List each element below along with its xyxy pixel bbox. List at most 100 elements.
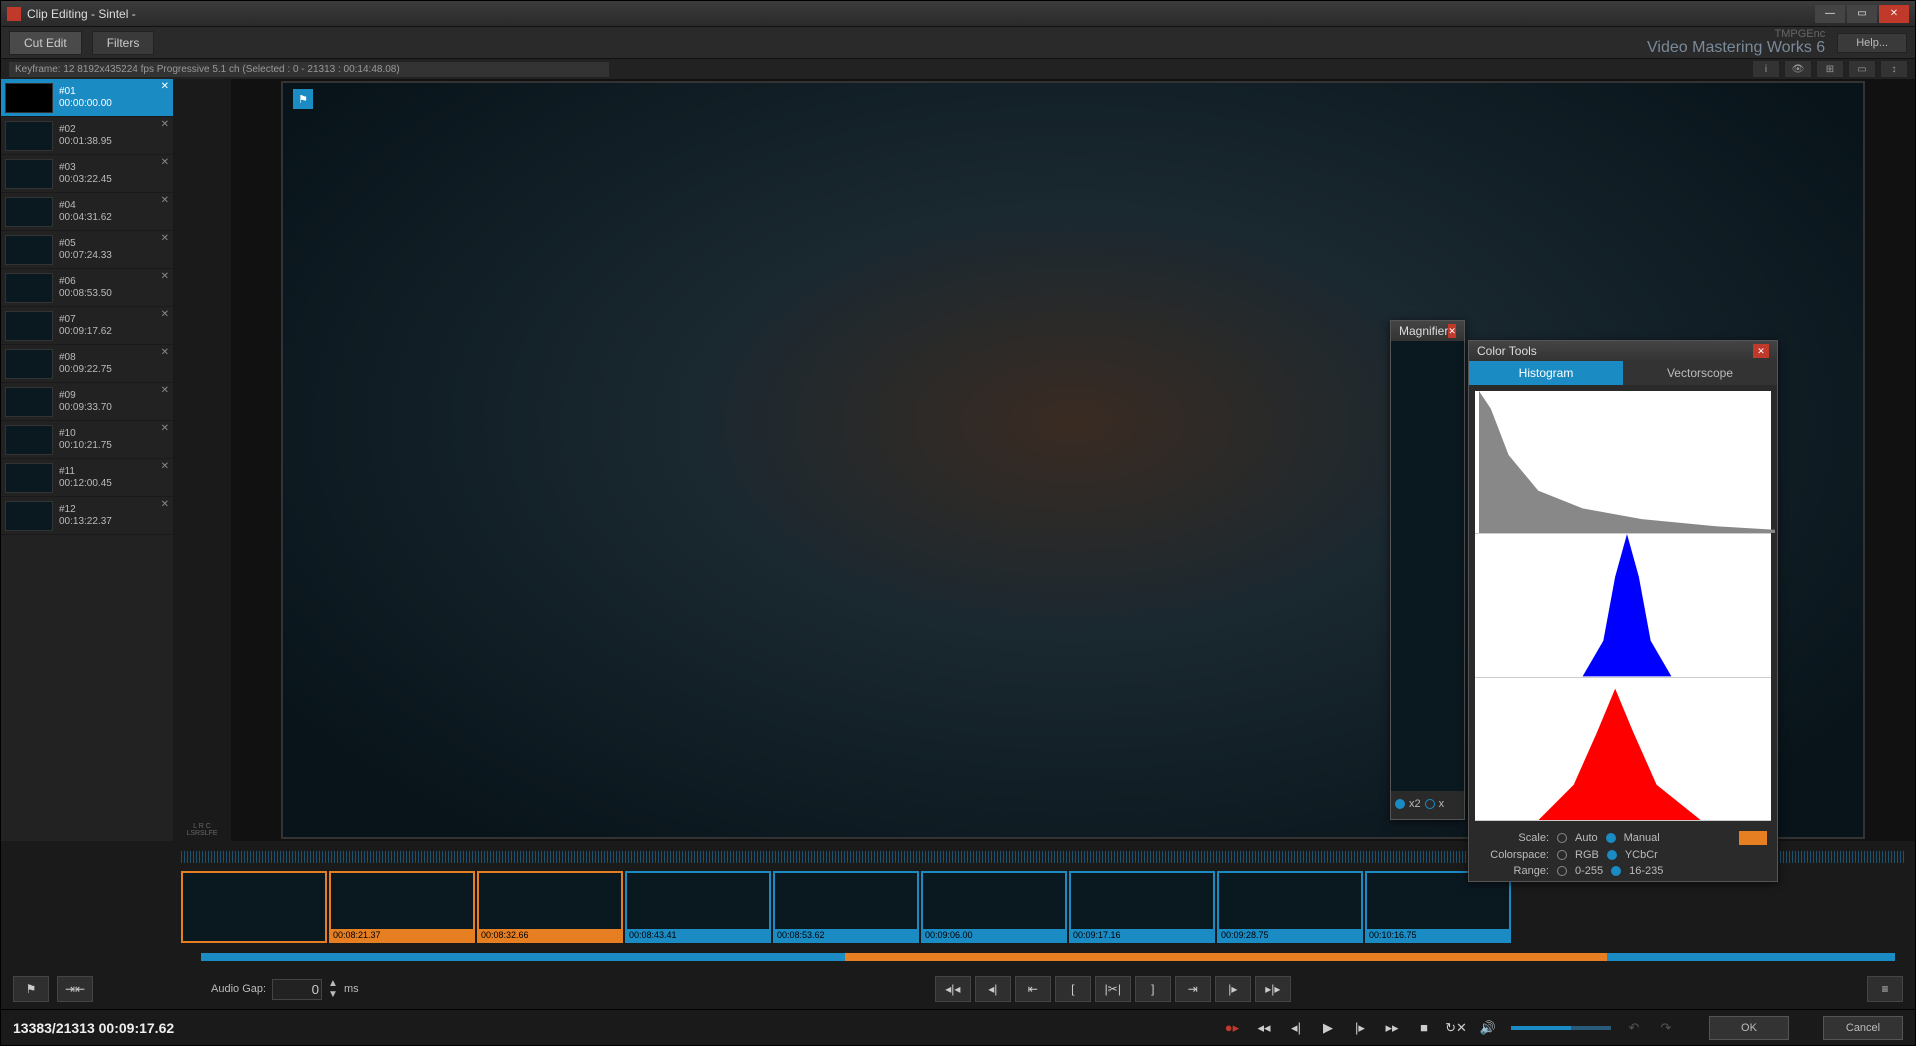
close-icon[interactable]: ✕ (1753, 344, 1769, 358)
volume-icon[interactable]: 🔊 (1479, 1019, 1497, 1037)
goto-start-button[interactable]: ◂|◂ (935, 976, 971, 1002)
mark-out-button[interactable]: ] (1135, 976, 1171, 1002)
clip-item[interactable]: #11 00:12:00.45 ✕ (1, 459, 173, 497)
range-16-235-radio[interactable] (1611, 866, 1621, 876)
stop-button[interactable]: ■ (1415, 1019, 1433, 1037)
cut-edit-tab[interactable]: Cut Edit (9, 31, 82, 55)
vectorscope-tab[interactable]: Vectorscope (1623, 361, 1777, 385)
marker-flag-icon[interactable]: ⚑ (293, 89, 313, 109)
clip-close-icon[interactable]: ✕ (161, 119, 169, 130)
timeline-thumb[interactable]: 00:09:28.75 (1217, 871, 1363, 943)
info-icon[interactable]: i (1753, 61, 1779, 77)
cancel-button[interactable]: Cancel (1823, 1016, 1903, 1040)
eye-icon[interactable]: 👁 (1785, 61, 1811, 77)
prev-button[interactable]: ◂| (1287, 1019, 1305, 1037)
magnifier-zoom-out-radio[interactable] (1425, 799, 1435, 809)
next-button[interactable]: |▸ (1351, 1019, 1369, 1037)
split-button[interactable]: ⇥⇤ (57, 976, 93, 1002)
magnifier-zoom-in-radio[interactable] (1395, 799, 1405, 809)
clip-close-icon[interactable]: ✕ (161, 347, 169, 358)
goto-end-button[interactable]: ▸|▸ (1255, 976, 1291, 1002)
clip-number: #09 (59, 390, 112, 402)
clip-close-icon[interactable]: ✕ (161, 423, 169, 434)
colorspace-rgb-radio[interactable] (1557, 850, 1567, 860)
range-0-255-radio[interactable] (1557, 866, 1567, 876)
colorspace-ycbcr-radio[interactable] (1607, 850, 1617, 860)
clip-close-icon[interactable]: ✕ (161, 195, 169, 206)
magnifier-panel[interactable]: Magnifier✕ x2 x (1390, 320, 1465, 820)
clip-timecode: 00:13:22.37 (59, 516, 112, 528)
minimize-button[interactable]: — (1815, 5, 1845, 23)
timeline-thumb[interactable]: 00:08:53.62 (773, 871, 919, 943)
maximize-button[interactable]: ▭ (1847, 5, 1877, 23)
clip-close-icon[interactable]: ✕ (161, 385, 169, 396)
timeline-thumb[interactable]: 00:08:43.41 (625, 871, 771, 943)
fit-icon[interactable]: ⊞ (1817, 61, 1843, 77)
timeline-scrubber[interactable] (1, 945, 1915, 969)
timeline-thumb[interactable]: 00:09:17.16 (1069, 871, 1215, 943)
brand-label: TMPGEnc Video Mastering Works 6 (1647, 29, 1825, 56)
rewind-button[interactable]: ◂◂ (1255, 1019, 1273, 1037)
record-icon[interactable]: ●▸ (1223, 1019, 1241, 1037)
play-button[interactable]: ▶ (1319, 1019, 1337, 1037)
display-icon[interactable]: ▭ (1849, 61, 1875, 77)
scale-manual-radio[interactable] (1606, 833, 1616, 843)
clip-item[interactable]: #02 00:01:38.95 ✕ (1, 117, 173, 155)
clip-close-icon[interactable]: ✕ (161, 499, 169, 510)
set-marker-button[interactable]: ⚑ (13, 976, 49, 1002)
clip-timecode: 00:04:31.62 (59, 212, 112, 224)
audio-gap-input[interactable] (272, 979, 322, 1000)
clip-thumbnail (5, 425, 53, 455)
expand-icon[interactable]: ↕ (1881, 61, 1907, 77)
scale-slider[interactable] (1739, 831, 1767, 845)
clip-item[interactable]: #04 00:04:31.62 ✕ (1, 193, 173, 231)
clip-thumbnail (5, 159, 53, 189)
histogram-display (1475, 391, 1771, 821)
timeline-thumb[interactable] (181, 871, 327, 943)
clip-number: #08 (59, 352, 112, 364)
scale-auto-radio[interactable] (1557, 833, 1567, 843)
histogram-tab[interactable]: Histogram (1469, 361, 1623, 385)
cut-button[interactable]: |✂| (1095, 976, 1131, 1002)
clip-item[interactable]: #12 00:13:22.37 ✕ (1, 497, 173, 535)
clip-item[interactable]: #05 00:07:24.33 ✕ (1, 231, 173, 269)
keyframe-info: Keyframe: 12 8192x435224 fps Progressive… (9, 62, 609, 77)
clip-close-icon[interactable]: ✕ (161, 461, 169, 472)
close-icon[interactable]: ✕ (1448, 324, 1456, 338)
step-fwd-button[interactable]: ⇥ (1175, 976, 1211, 1002)
filters-tab[interactable]: Filters (92, 31, 155, 55)
clip-number: #11 (59, 466, 112, 478)
clip-item[interactable]: #08 00:09:22.75 ✕ (1, 345, 173, 383)
color-tools-panel[interactable]: Color Tools✕ Histogram Vectorscope Scale… (1468, 340, 1778, 882)
redo-button[interactable]: ↷ (1657, 1019, 1675, 1037)
prev-frame-button[interactable]: ◂| (975, 976, 1011, 1002)
help-button[interactable]: Help... (1837, 33, 1907, 53)
clip-item[interactable]: #01 00:00:00.00 ✕ (1, 79, 173, 117)
next-frame-button[interactable]: |▸ (1215, 976, 1251, 1002)
clip-close-icon[interactable]: ✕ (161, 81, 169, 92)
timeline-thumb[interactable]: 00:08:32.66 (477, 871, 623, 943)
clip-item[interactable]: #07 00:09:17.62 ✕ (1, 307, 173, 345)
title-bar: Clip Editing - Sintel - — ▭ ✕ (1, 1, 1915, 27)
timeline-thumb[interactable]: 00:08:21.37 (329, 871, 475, 943)
close-button[interactable]: ✕ (1879, 5, 1909, 23)
clip-close-icon[interactable]: ✕ (161, 309, 169, 320)
undo-button[interactable]: ↶ (1625, 1019, 1643, 1037)
clip-close-icon[interactable]: ✕ (161, 233, 169, 244)
volume-slider[interactable] (1511, 1026, 1611, 1030)
ok-button[interactable]: OK (1709, 1016, 1789, 1040)
list-button[interactable]: ≡ (1867, 976, 1903, 1002)
ffwd-button[interactable]: ▸▸ (1383, 1019, 1401, 1037)
clip-timecode: 00:09:17.62 (59, 326, 112, 338)
clip-close-icon[interactable]: ✕ (161, 271, 169, 282)
timeline-thumb[interactable]: 00:09:06.00 (921, 871, 1067, 943)
clip-item[interactable]: #10 00:10:21.75 ✕ (1, 421, 173, 459)
clip-item[interactable]: #03 00:03:22.45 ✕ (1, 155, 173, 193)
step-back-button[interactable]: ⇤ (1015, 976, 1051, 1002)
loop-button[interactable]: ↻✕ (1447, 1019, 1465, 1037)
timeline-thumbnails[interactable]: 00:08:21.3700:08:32.6600:08:43.4100:08:5… (1, 871, 1915, 945)
clip-item[interactable]: #06 00:08:53.50 ✕ (1, 269, 173, 307)
mark-in-button[interactable]: [ (1055, 976, 1091, 1002)
clip-close-icon[interactable]: ✕ (161, 157, 169, 168)
clip-item[interactable]: #09 00:09:33.70 ✕ (1, 383, 173, 421)
